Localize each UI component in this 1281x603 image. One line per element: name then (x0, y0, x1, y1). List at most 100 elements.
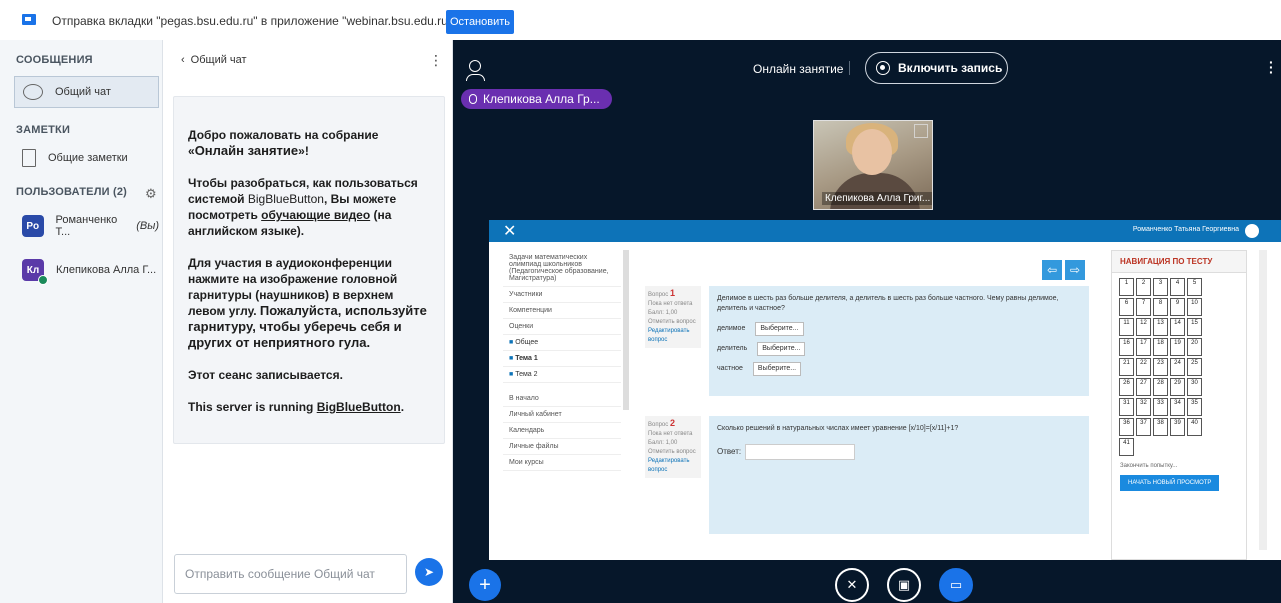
avatar (1245, 224, 1259, 238)
action-bar: + ✕ ▣ ▭ (453, 558, 1281, 603)
question-nav-cell: 26 (1119, 378, 1134, 396)
share-webcam-button[interactable]: ▣ (887, 568, 921, 602)
share-screen-button[interactable]: ▭ (939, 568, 973, 602)
question-nav-cell: 27 (1136, 378, 1151, 396)
tab-sharing-bar: Отправка вкладки "pegas.bsu.edu.ru" в пр… (0, 0, 1281, 40)
sidebar-item-label: Общие заметки (48, 152, 128, 164)
user-icon[interactable] (466, 60, 485, 81)
quiz-content: ⇦ ⇨ Вопрос 1 Пока нет ответа Балл: 1,00 О… (639, 250, 1089, 560)
document-icon (22, 149, 36, 167)
welcome-end: »! (298, 144, 309, 158)
answer-input (745, 444, 856, 460)
text: частное (717, 365, 743, 372)
sidebar-item-shared-notes[interactable]: Общие заметки (14, 142, 159, 174)
list-item: Личные файлы (503, 439, 621, 455)
sidebar-item-public-chat[interactable]: Общий чат (14, 76, 159, 108)
question-nav-cell: 31 (1119, 398, 1134, 416)
question-nav-cell: 29 (1170, 378, 1185, 396)
sidebar: СООБЩЕНИЯ Общий чат ЗАМЕТКИ Общие заметк… (0, 40, 163, 603)
screen-share-view[interactable]: ✕ Романченко Татьяна Георгиевна Задачи м… (489, 220, 1281, 560)
close-icon: ✕ (503, 223, 517, 240)
actions-plus-button[interactable]: + (469, 569, 501, 601)
list-item: В начало (503, 391, 621, 407)
avatar-initials: Кл (26, 264, 40, 276)
text: . (400, 400, 405, 414)
question-nav-cell: 24 (1170, 358, 1185, 376)
question-nav-cell: 17 (1136, 338, 1151, 356)
quiz-navigation: НАВИГАЦИЯ ПО ТЕСТУ 1 2 3 4 5 6 7 8 9 10 11 12 13 14 15… (1111, 250, 1247, 560)
webcam-video[interactable]: Клепикова Алла Григ... (813, 120, 933, 210)
finish-attempt-link: Закончить попытку... (1120, 463, 1178, 469)
main-area: Онлайн занятие Включить запись · · · Клепи… (453, 40, 1281, 603)
question-nav-cell: 4 (1170, 278, 1185, 296)
question-body: Сколько решений в натуральных числах име… (709, 416, 1089, 534)
audio-status-icon (38, 275, 48, 285)
scrollbar (623, 250, 629, 410)
join-audio-button[interactable]: ✕ (835, 568, 869, 602)
question-nav-cell: 19 (1170, 338, 1185, 356)
chat-message-input[interactable]: Отправить сообщение Общий чат (174, 554, 407, 594)
list-item: Компетенции (503, 303, 621, 319)
question-nav-cell: 16 (1119, 338, 1134, 356)
messages-section-title: СООБЩЕНИЯ (16, 54, 93, 66)
options-menu-icon[interactable]: · · · (1269, 55, 1274, 79)
kebab-menu-icon[interactable]: ⋮ (429, 52, 443, 69)
question-nav-cell: 28 (1153, 378, 1168, 396)
stop-sharing-button[interactable]: Остановить (446, 10, 514, 34)
chevron-left-icon[interactable]: ‹ (181, 54, 185, 66)
text: делимое (717, 325, 746, 332)
question-nav-cell: 37 (1136, 418, 1151, 436)
welcome-message: Добро пожаловать на собрание «Онлайн зан… (173, 96, 445, 444)
record-label: Включить запись (898, 61, 1003, 75)
screen-icon: ▭ (949, 577, 963, 592)
text: BigBlueButton (247, 192, 324, 206)
question-nav-cell: 38 (1153, 418, 1168, 436)
course-title: Задачи математических олимпиад школьнико… (503, 250, 621, 287)
arrow-right-icon: ⇨ (1065, 260, 1085, 280)
moodle-header: ✕ Романченко Татьяна Георгиевна (489, 220, 1281, 242)
question-nav-cell: 15 (1187, 318, 1202, 336)
send-icon: ➤ (423, 565, 435, 579)
question-meta: Вопрос 1 Пока нет ответа Балл: 1,00 Отме… (645, 286, 701, 348)
record-button[interactable]: Включить запись (865, 52, 1008, 84)
list-item: Календарь (503, 423, 621, 439)
text: Отметить вопрос (648, 319, 696, 325)
question-nav-cell: 21 (1119, 358, 1134, 376)
chat-header[interactable]: ‹ Общий чат ⋮ (181, 52, 443, 68)
record-icon (876, 61, 890, 75)
arrow-left-icon: ⇦ (1042, 260, 1062, 280)
notes-section-title: ЗАМЕТКИ (16, 124, 71, 136)
question-nav-cell: 41 (1119, 438, 1134, 456)
text: Отметить вопрос (648, 449, 696, 455)
question-nav-cell: 3 (1153, 278, 1168, 296)
question-nav-cell: 30 (1187, 378, 1202, 396)
divider (849, 61, 850, 75)
select: Выберите... (757, 342, 806, 356)
microphone-icon (469, 94, 477, 104)
gear-icon[interactable]: ⚙ (145, 186, 157, 202)
bigbluebutton-link[interactable]: BigBlueButton (317, 400, 401, 414)
question-nav-cell: 6 (1119, 298, 1134, 316)
user-list-item[interactable]: Кл Клепикова Алла Г... (14, 254, 159, 286)
user-list-item[interactable]: Po Романченко Т... (Вы) (14, 210, 159, 242)
you-label: (Вы) (136, 220, 159, 232)
chat-panel: ‹ Общий чат ⋮ Добро пожаловать на собран… (163, 40, 453, 603)
fullscreen-icon[interactable] (914, 124, 928, 138)
question-meta: Вопрос 2 Пока нет ответа Балл: 1,00 Отме… (645, 416, 701, 478)
send-button[interactable]: ➤ (415, 558, 443, 586)
moodle-user-name: Романченко Татьяна Георгиевна (1132, 226, 1239, 233)
question-nav-cell: 22 (1136, 358, 1151, 376)
text: Балл: 1,00 (648, 310, 678, 316)
question-nav-cell: 8 (1153, 298, 1168, 316)
text: Пока нет ответа (648, 431, 693, 437)
screen-share-icon (22, 14, 36, 25)
tutorial-videos-link[interactable]: обучающие видео (261, 208, 370, 222)
text: Балл: 1,00 (648, 440, 678, 446)
select: Выберите... (755, 322, 804, 336)
list-item: Участники (503, 287, 621, 303)
question-nav-cell: 35 (1187, 398, 1202, 416)
text: Пока нет ответа (648, 301, 693, 307)
question-nav-cell: 1 (1119, 278, 1134, 296)
chat-title: Общий чат (190, 54, 247, 66)
question-nav-cell: 14 (1170, 318, 1185, 336)
